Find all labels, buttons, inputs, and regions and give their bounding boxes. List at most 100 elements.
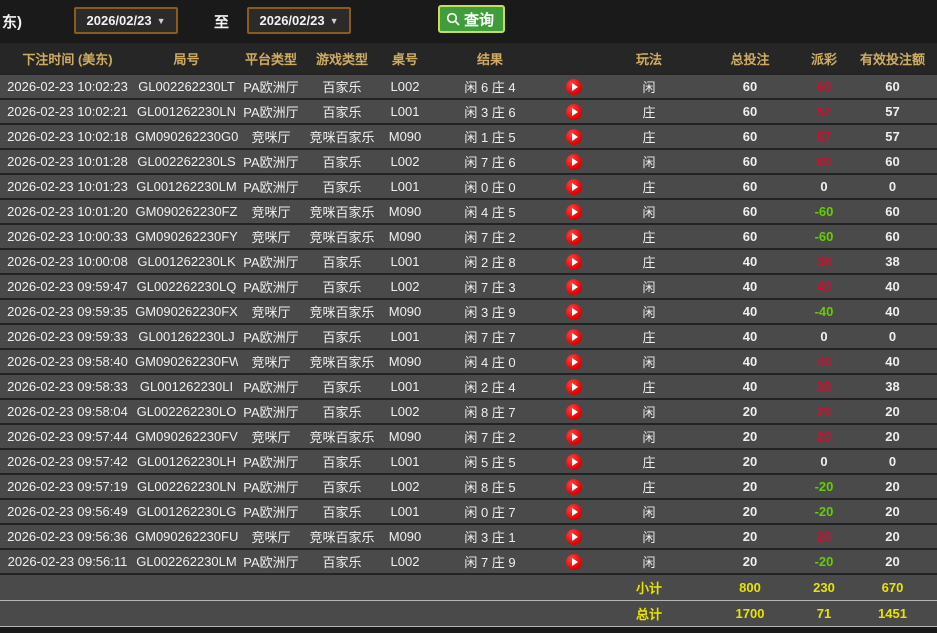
table-row: 2026-02-23 09:58:40 GM090262230FW 竞咪厅 竞咪… bbox=[0, 349, 937, 374]
table-no-cell: L001 bbox=[380, 324, 430, 349]
replay-button[interactable] bbox=[566, 229, 582, 245]
replay-button[interactable] bbox=[566, 179, 582, 195]
table-row: 2026-02-23 09:59:33 GL001262230LJ PA欧洲厅 … bbox=[0, 324, 937, 349]
table-no-cell: M090 bbox=[380, 524, 430, 549]
result-cell: 闲 3 庄 6 bbox=[430, 99, 550, 124]
replay-button[interactable] bbox=[566, 379, 582, 395]
play-icon bbox=[572, 408, 578, 416]
total-bet-cell: 60 bbox=[700, 124, 800, 149]
valid-bet-cell: 20 bbox=[848, 399, 937, 424]
replay-button[interactable] bbox=[566, 104, 582, 120]
game-id-cell: GL001262230LI bbox=[135, 374, 238, 399]
replay-button[interactable] bbox=[566, 529, 582, 545]
play-icon bbox=[572, 483, 578, 491]
replay-button[interactable] bbox=[566, 454, 582, 470]
game-id-cell: GL002262230LN bbox=[135, 474, 238, 499]
replay-cell bbox=[550, 349, 598, 374]
replay-button[interactable] bbox=[566, 304, 582, 320]
table-row: 2026-02-23 09:57:19 GL002262230LN PA欧洲厅 … bbox=[0, 474, 937, 499]
replay-button[interactable] bbox=[566, 429, 582, 445]
game-type-cell: 百家乐 bbox=[304, 324, 380, 349]
valid-bet-cell: 20 bbox=[848, 474, 937, 499]
subtotal-label: 小计 bbox=[598, 574, 700, 600]
result-cell: 闲 7 庄 2 bbox=[430, 424, 550, 449]
replay-button[interactable] bbox=[566, 354, 582, 370]
game-type-cell: 百家乐 bbox=[304, 499, 380, 524]
platform-cell: PA欧洲厅 bbox=[238, 249, 304, 274]
bet-type-cell: 庄 bbox=[598, 374, 700, 399]
valid-bet-cell: 0 bbox=[848, 449, 937, 474]
total-bet-cell: 40 bbox=[700, 299, 800, 324]
bet-records-table: 下注时间 (美东) 局号 平台类型 游戏类型 桌号 结果 玩法 总投注 派彩 有… bbox=[0, 43, 937, 627]
bet-time-cell: 2026-02-23 10:02:23 bbox=[0, 74, 135, 99]
date-from-select[interactable]: 2026/02/23 ▼ bbox=[74, 7, 178, 34]
grand-total-payout: 71 bbox=[800, 600, 848, 626]
bet-type-cell: 闲 bbox=[598, 549, 700, 574]
table-row: 2026-02-23 10:02:21 GL001262230LN PA欧洲厅 … bbox=[0, 99, 937, 124]
replay-button[interactable] bbox=[566, 154, 582, 170]
replay-button[interactable] bbox=[566, 479, 582, 495]
bet-type-cell: 庄 bbox=[598, 99, 700, 124]
result-cell: 闲 0 庄 7 bbox=[430, 499, 550, 524]
result-cell: 闲 8 庄 5 bbox=[430, 474, 550, 499]
bet-type-cell: 闲 bbox=[598, 199, 700, 224]
valid-bet-cell: 20 bbox=[848, 549, 937, 574]
result-cell: 闲 7 庄 9 bbox=[430, 549, 550, 574]
bet-type-cell: 庄 bbox=[598, 124, 700, 149]
query-button[interactable]: 查询 bbox=[438, 5, 505, 33]
replay-button[interactable] bbox=[566, 79, 582, 95]
valid-bet-cell: 60 bbox=[848, 74, 937, 99]
bet-type-cell: 庄 bbox=[598, 474, 700, 499]
play-icon bbox=[572, 233, 578, 241]
replay-cell bbox=[550, 174, 598, 199]
replay-cell bbox=[550, 474, 598, 499]
total-bet-cell: 60 bbox=[700, 174, 800, 199]
subtotal-payout: 230 bbox=[800, 574, 848, 600]
replay-button[interactable] bbox=[566, 404, 582, 420]
bet-time-cell: 2026-02-23 09:59:35 bbox=[0, 299, 135, 324]
table-row: 2026-02-23 10:00:08 GL001262230LK PA欧洲厅 … bbox=[0, 249, 937, 274]
replay-button[interactable] bbox=[566, 204, 582, 220]
replay-button[interactable] bbox=[566, 504, 582, 520]
bet-time-cell: 2026-02-23 10:02:21 bbox=[0, 99, 135, 124]
bet-time-cell: 2026-02-23 09:58:33 bbox=[0, 374, 135, 399]
play-icon bbox=[572, 283, 578, 291]
replay-button[interactable] bbox=[566, 129, 582, 145]
replay-cell bbox=[550, 374, 598, 399]
table-no-cell: M090 bbox=[380, 424, 430, 449]
payout-cell: 20 bbox=[800, 399, 848, 424]
platform-cell: PA欧洲厅 bbox=[238, 549, 304, 574]
replay-cell bbox=[550, 249, 598, 274]
payout-cell: 20 bbox=[800, 524, 848, 549]
query-button-label: 查询 bbox=[464, 9, 494, 30]
table-no-cell: L001 bbox=[380, 499, 430, 524]
payout-cell: -20 bbox=[800, 549, 848, 574]
result-cell: 闲 7 庄 2 bbox=[430, 224, 550, 249]
replay-cell bbox=[550, 424, 598, 449]
replay-button[interactable] bbox=[566, 254, 582, 270]
result-cell: 闲 6 庄 4 bbox=[430, 74, 550, 99]
result-cell: 闲 8 庄 7 bbox=[430, 399, 550, 424]
game-type-cell: 竞咪百家乐 bbox=[304, 524, 380, 549]
replay-button[interactable] bbox=[566, 279, 582, 295]
table-row: 2026-02-23 10:01:23 GL001262230LM PA欧洲厅 … bbox=[0, 174, 937, 199]
grand-total-row: 总计 1700 71 1451 bbox=[0, 600, 937, 626]
replay-button[interactable] bbox=[566, 329, 582, 345]
table-no-cell: L002 bbox=[380, 274, 430, 299]
payout-cell: 0 bbox=[800, 324, 848, 349]
game-type-cell: 竞咪百家乐 bbox=[304, 424, 380, 449]
grand-total-label: 总计 bbox=[598, 600, 700, 626]
replay-cell bbox=[550, 549, 598, 574]
bet-time-cell: 2026-02-23 10:01:23 bbox=[0, 174, 135, 199]
replay-button[interactable] bbox=[566, 554, 582, 570]
header-payout: 派彩 bbox=[800, 43, 848, 74]
replay-cell bbox=[550, 399, 598, 424]
result-cell: 闲 3 庄 9 bbox=[430, 299, 550, 324]
platform-cell: PA欧洲厅 bbox=[238, 274, 304, 299]
header-table-no: 桌号 bbox=[380, 43, 430, 74]
bet-time-cell: 2026-02-23 09:56:11 bbox=[0, 549, 135, 574]
date-range-to-label: 至 bbox=[214, 11, 229, 32]
table-row: 2026-02-23 09:57:42 GL001262230LH PA欧洲厅 … bbox=[0, 449, 937, 474]
platform-cell: PA欧洲厅 bbox=[238, 324, 304, 349]
date-to-select[interactable]: 2026/02/23 ▼ bbox=[247, 7, 351, 34]
